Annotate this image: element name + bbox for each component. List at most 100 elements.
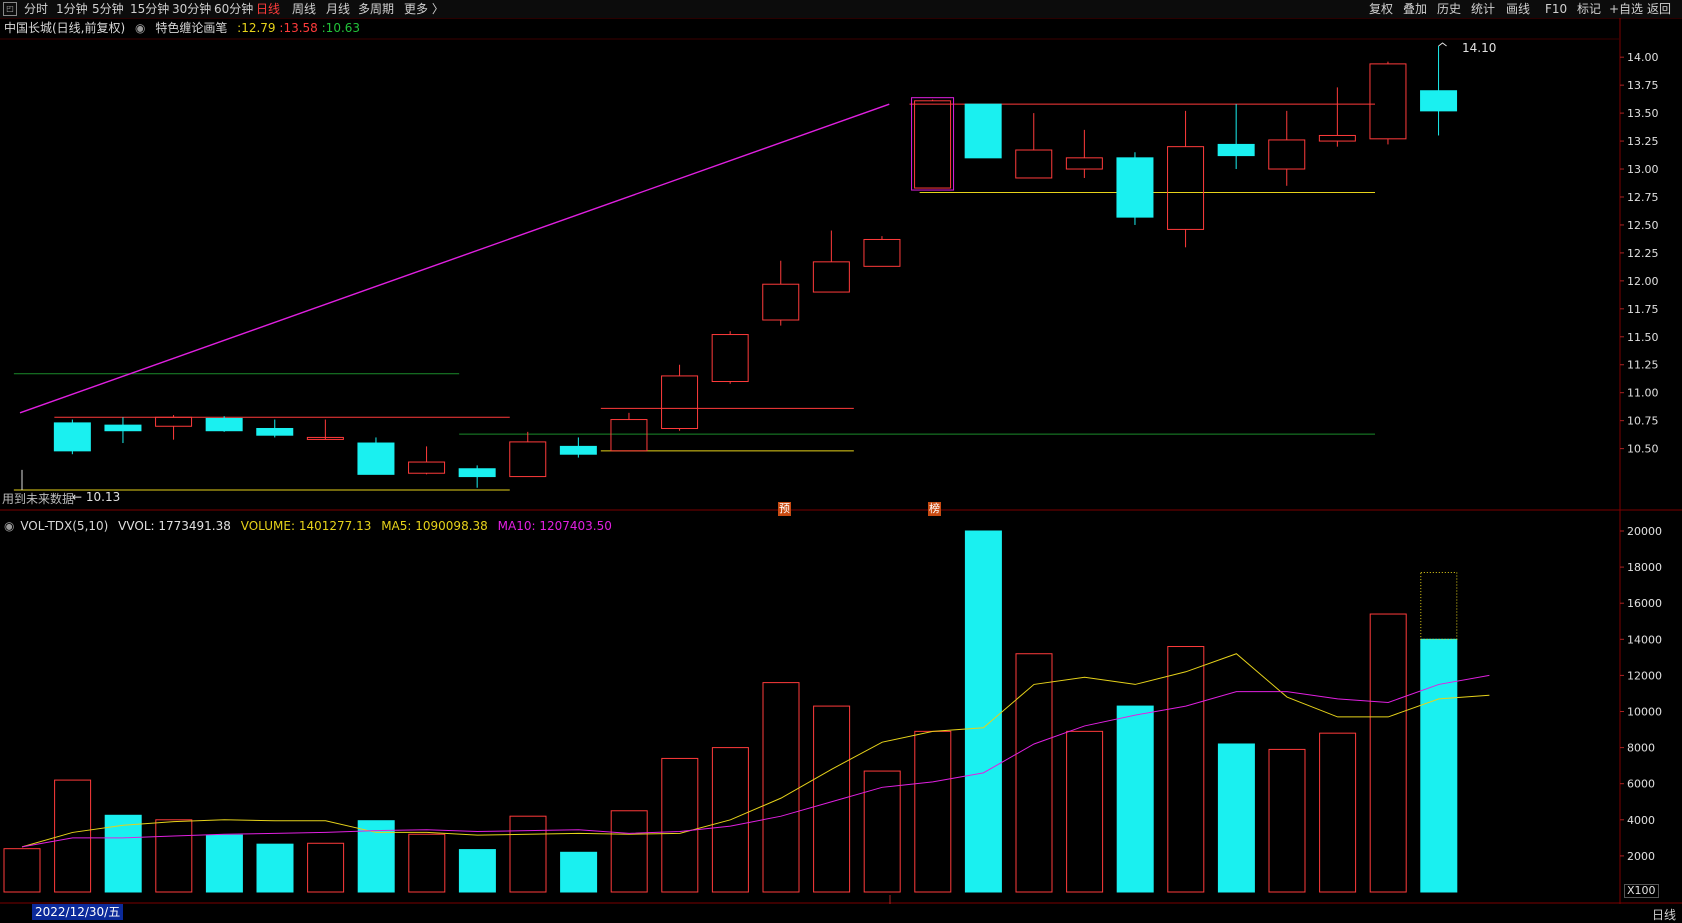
volume-tick-label: 14000 xyxy=(1627,633,1662,646)
candle-body-17[interactable] xyxy=(914,100,952,189)
candle-body-12[interactable] xyxy=(661,375,699,429)
volume-bar-8[interactable] xyxy=(408,833,446,893)
period-tab-10[interactable]: 更多 〉 xyxy=(404,1,444,17)
candle-body-7[interactable] xyxy=(408,461,446,474)
volume-bar-4[interactable] xyxy=(205,834,243,893)
volume-bar-12[interactable] xyxy=(610,810,648,893)
volume-bar-10[interactable] xyxy=(509,815,547,893)
price-tick-label: 13.50 xyxy=(1627,107,1659,120)
period-tab-7[interactable]: 周线 xyxy=(292,1,316,17)
volume-indicator-title[interactable]: VOL-TDX(5,10) xyxy=(20,519,108,533)
candle-body-22[interactable] xyxy=(1167,146,1205,230)
candle-body-19[interactable] xyxy=(1015,149,1053,179)
ma10-value: MA10: 1207403.50 xyxy=(497,519,612,533)
period-tab-6[interactable]: 日线 xyxy=(256,1,280,17)
candle-body-3[interactable] xyxy=(205,417,243,432)
toolbar-right-6[interactable]: 标记 xyxy=(1577,1,1601,17)
volume-bar-5[interactable] xyxy=(256,843,294,893)
indicator-name[interactable]: 特色缠论画笔 xyxy=(155,21,227,35)
volume-bar-26[interactable] xyxy=(1319,732,1357,893)
toolbar-right-8[interactable]: 返回 xyxy=(1647,1,1671,17)
volume-bar-28[interactable] xyxy=(1420,638,1458,893)
kline-chart[interactable]: 14.00 13.75 13.50 13.25 13.00 12.75 12.50 12.25… xyxy=(0,18,1682,904)
toolbar-right-0[interactable]: 复权 xyxy=(1369,1,1393,17)
period-tab-1[interactable]: 1分钟 xyxy=(56,1,88,17)
candle-body-10[interactable] xyxy=(559,445,597,455)
candle-body-2[interactable] xyxy=(155,416,193,427)
volume-tick-label: 12000 xyxy=(1627,669,1662,682)
volume-bar-22[interactable] xyxy=(1116,705,1154,893)
volume-bar-25[interactable] xyxy=(1268,748,1306,893)
toolbar-right-7[interactable]: +自选 xyxy=(1609,1,1643,17)
candle-body-0[interactable] xyxy=(53,422,91,452)
candle-body-4[interactable] xyxy=(256,427,294,436)
candle-body-27[interactable] xyxy=(1420,90,1458,112)
toolbar-right-4[interactable]: 画线 xyxy=(1506,1,1530,17)
price-tick-label: 10.75 xyxy=(1627,415,1659,428)
candle-body-18[interactable] xyxy=(964,103,1002,159)
price-panel-legend: 中国长城(日线,前复权) ◉ 特色缠论画笔 :12.79 :13.58 :10.… xyxy=(4,20,366,36)
marker-bang[interactable]: 榜 xyxy=(928,502,941,516)
candle-body-23[interactable] xyxy=(1217,143,1255,157)
toolbar-right-2[interactable]: 历史 xyxy=(1437,1,1461,17)
candle-body-1[interactable] xyxy=(104,424,142,432)
candle-body-20[interactable] xyxy=(1065,157,1103,170)
period-tab-2[interactable]: 5分钟 xyxy=(92,1,124,17)
bottom-period-label[interactable]: 日线 xyxy=(1652,906,1676,923)
period-tab-8[interactable]: 月线 xyxy=(326,1,350,17)
volume-tick-label: 2000 xyxy=(1627,850,1655,863)
stock-title[interactable]: 中国长城(日线,前复权) xyxy=(4,21,125,35)
vvol-value: VVOL: 1773491.38 xyxy=(118,519,231,533)
volume-bar-23[interactable] xyxy=(1167,646,1205,893)
volume-bar-0[interactable] xyxy=(3,848,41,893)
volume-bar-13[interactable] xyxy=(661,757,699,893)
volume-bar-17[interactable] xyxy=(863,770,901,893)
toolbar-right-3[interactable]: 统计 xyxy=(1471,1,1495,17)
indicator-value-yellow: :12.79 xyxy=(237,21,276,35)
candle-body-24[interactable] xyxy=(1268,139,1306,170)
candle-body-11[interactable] xyxy=(610,419,648,452)
volume-tick-label: 16000 xyxy=(1627,597,1662,610)
toolbar-right-5[interactable]: F10 xyxy=(1545,1,1567,17)
period-tab-3[interactable]: 15分钟 xyxy=(130,1,169,17)
toolbar-right-1[interactable]: 叠加 xyxy=(1403,1,1427,17)
candle-body-21[interactable] xyxy=(1116,157,1154,218)
high-price-label: 14.10 xyxy=(1462,41,1497,55)
price-tick-label: 12.00 xyxy=(1627,275,1659,288)
volume-panel-legend: ◉ VOL-TDX(5,10) VVOL: 1773491.38 VOLUME:… xyxy=(4,518,618,534)
volume-bar-24[interactable] xyxy=(1217,743,1255,893)
period-tab-4[interactable]: 30分钟 xyxy=(172,1,211,17)
volume-dropdown-icon[interactable]: ◉ xyxy=(4,519,14,533)
candle-body-13[interactable] xyxy=(711,334,749,383)
candle-body-26[interactable] xyxy=(1369,63,1407,140)
volume-bar-20[interactable] xyxy=(1015,653,1053,893)
candle-body-9[interactable] xyxy=(509,441,547,478)
candle-body-14[interactable] xyxy=(762,283,800,321)
volume-bar-21[interactable] xyxy=(1066,730,1104,893)
chan-pen-line xyxy=(19,103,890,414)
volume-bar-6[interactable] xyxy=(307,842,345,893)
volume-bar-11[interactable] xyxy=(560,851,598,893)
indicator-dropdown-icon[interactable]: ◉ xyxy=(135,21,145,35)
period-toolbar: ◰ 分时 1分钟 5分钟 15分钟 30分钟 60分钟 日线 周线 月线 多周期 更多 〉 复权 叠加历… xyxy=(0,0,1682,19)
system-menu-icon[interactable]: ◰ xyxy=(3,2,17,16)
period-tab-9[interactable]: 多周期 xyxy=(358,1,394,17)
price-tick-label: 11.25 xyxy=(1627,359,1659,372)
period-tab-0[interactable]: 分时 xyxy=(24,1,48,17)
volume-bar-9[interactable] xyxy=(458,849,496,893)
marker-yu[interactable]: 预 xyxy=(778,502,791,516)
candle-body-8[interactable] xyxy=(458,468,496,478)
volume-bar-16[interactable] xyxy=(813,705,851,893)
candle-body-15[interactable] xyxy=(812,261,850,293)
price-tick-label: 12.25 xyxy=(1627,247,1659,260)
candle-body-6[interactable] xyxy=(357,442,395,475)
volume-bar-27[interactable] xyxy=(1369,613,1407,893)
volume-bar-19[interactable] xyxy=(964,530,1002,893)
volume-bar-3[interactable] xyxy=(155,819,193,893)
volume-bar-18[interactable] xyxy=(914,730,952,893)
volume-bar-15[interactable] xyxy=(762,682,800,893)
candle-body-16[interactable] xyxy=(863,238,901,267)
period-tab-5[interactable]: 60分钟 xyxy=(214,1,253,17)
candle-body-25[interactable] xyxy=(1318,134,1356,142)
crosshair-date: 2022/12/30/五 xyxy=(32,904,124,920)
